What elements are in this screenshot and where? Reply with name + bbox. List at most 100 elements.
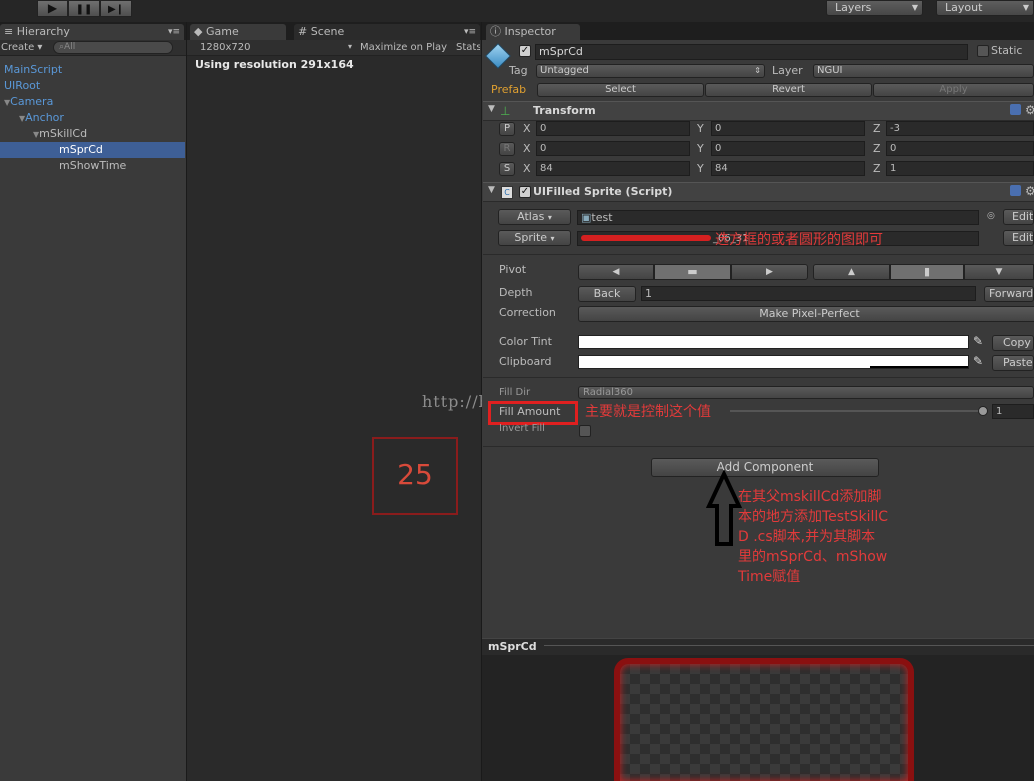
pivot-center-button[interactable]: ▬ [654,264,731,280]
help-icon[interactable] [1010,185,1021,196]
active-checkbox[interactable]: ✓ [519,45,531,57]
hierarchy-item[interactable]: ▼Anchor [0,110,64,126]
z-label: Z [873,142,881,155]
rotation-reset-button[interactable]: R [499,142,515,156]
copy-button[interactable]: Copy [992,335,1034,351]
create-dropdown[interactable]: Create ▾ [1,42,42,53]
pivot-bottom-button[interactable]: ▼ [964,264,1034,280]
position-reset-button[interactable]: P [499,122,515,136]
foldout-arrow-icon[interactable]: ▼ [488,185,495,195]
depth-field[interactable]: 1 [641,286,976,301]
eyedropper-icon[interactable]: ✎ [973,334,983,348]
layer-dropdown[interactable]: NGUI [813,64,1034,78]
eyedropper-icon[interactable]: ✎ [973,354,983,368]
scale-reset-button[interactable]: S [499,162,515,176]
hierarchy-item[interactable]: MainScript [0,62,62,78]
step-button[interactable]: ▶❙ [100,0,132,17]
static-checkbox[interactable] [977,45,989,57]
rotation-x-field[interactable]: 0 [536,141,690,156]
rotation-y-field[interactable]: 0 [711,141,865,156]
preview-drag-handle[interactable] [544,645,1034,646]
tag-dropdown[interactable]: Untagged ⇕ [536,64,765,78]
resolution-dropdown[interactable]: 1280x720 ▾ [200,42,352,53]
preview-header[interactable] [482,638,1034,655]
menu-icon[interactable]: ▾≡ [168,24,180,40]
pivot-right-button[interactable]: ▶ [731,264,808,280]
layers-dropdown[interactable]: Layers ▼ [826,0,923,16]
fill-dir-label: Fill Dir [499,387,531,398]
hierarchy-item[interactable]: UIRoot [0,78,40,94]
atlas-button[interactable]: Atlas ▾ [498,209,571,225]
scale-x-field[interactable]: 84 [536,161,690,176]
paste-button[interactable]: Paste [992,355,1034,371]
y-label: Y [697,142,704,155]
pivot-left-button[interactable]: ◀ [578,264,654,280]
sprite-button[interactable]: Sprite ▾ [498,230,571,246]
pivot-top-button[interactable]: ▲ [813,264,890,280]
hierarchy-item[interactable]: ▼mSkillCd [0,126,87,142]
tab-hierarchy[interactable]: ≡ Hierarchy ▾≡ [0,24,184,40]
tab-inspector[interactable]: ⓘ Inspector [486,24,580,40]
chevron-down-icon: ▼ [911,3,918,12]
depth-forward-button[interactable]: Forward [984,286,1034,302]
fill-dir-dropdown[interactable]: Radial360 [578,386,1034,399]
tab-game[interactable]: ◆ Game [190,24,286,40]
gear-icon[interactable]: ⚙ [1025,184,1034,198]
menu-icon[interactable]: ▾≡ [464,24,476,40]
object-name-input[interactable]: mSprCd [535,44,968,60]
pivot-middle-button[interactable]: ▮ [890,264,964,280]
atlas-edit-button[interactable]: Edit [1003,209,1034,225]
scale-z-field[interactable]: 1 [886,161,1034,176]
prefab-revert-button[interactable]: Revert [705,83,872,97]
position-y-field[interactable]: 0 [711,121,865,136]
prefab-apply-button[interactable]: Apply [873,83,1034,97]
y-label: Y [697,162,704,175]
hierarchy-item-label: Anchor [25,111,64,124]
chevron-down-icon: ▾ [347,42,352,51]
arrow-right-icon: ▶ [766,267,773,277]
play-button[interactable]: ▶ [37,0,68,17]
fill-amount-field[interactable]: 1 [992,404,1034,419]
step-icon: ▶❙ [107,4,125,15]
maximize-on-play-toggle[interactable]: Maximize on Play [360,42,447,53]
check-icon: ✓ [520,186,530,197]
atlas-field[interactable]: ▣test [577,210,979,225]
sprite-label: Sprite [514,231,548,244]
layout-dropdown[interactable]: Layout ▼ [936,0,1034,16]
atlas-asset-icon: ▣ [581,211,592,224]
object-picker-icon[interactable]: ◎ [987,211,995,221]
atlas-value: test [591,211,613,224]
scale-y-field[interactable]: 84 [711,161,865,176]
info-icon: ⓘ [490,25,501,38]
fill-amount-slider-track[interactable] [730,410,985,412]
rotation-z-field[interactable]: 0 [886,141,1034,156]
foldout-arrow-icon[interactable]: ▼ [488,104,495,114]
static-label: Static [991,44,1023,57]
sprite-enabled-checkbox[interactable]: ✓ [519,186,531,198]
sprite-edit-button[interactable]: Edit [1003,230,1034,246]
layers-label: Layers [835,1,872,14]
pivot-middle-icon: ▮ [923,265,931,278]
tab-scene[interactable]: # Scene ▾≡ [294,24,480,40]
fill-amount-slider-thumb[interactable] [978,406,988,416]
divider [483,254,1034,255]
depth-back-button[interactable]: Back [578,286,636,302]
add-component-button[interactable]: Add Component [651,458,879,477]
hierarchy-item-selected[interactable]: mSprCd [0,142,185,158]
chevron-down-icon: ▾ [550,234,555,243]
make-pixel-perfect-button[interactable]: Make Pixel-Perfect [578,306,1034,322]
search-input[interactable]: ⌕All [53,41,173,54]
color-tint-swatch[interactable] [578,335,969,349]
hierarchy-item[interactable]: ▼Camera [0,94,53,110]
pause-button[interactable]: ❚❚ [68,0,100,17]
clipboard-swatch[interactable] [578,355,969,369]
sprite-preview [614,658,914,781]
invert-fill-checkbox[interactable] [579,425,591,437]
position-z-field[interactable]: -3 [886,121,1034,136]
prefab-select-button[interactable]: Select [537,83,704,97]
stats-toggle[interactable]: Stats [456,42,480,53]
help-icon[interactable] [1010,104,1021,115]
gear-icon[interactable]: ⚙ [1025,103,1034,117]
hierarchy-item[interactable]: mShowTime [0,158,126,174]
position-x-field[interactable]: 0 [536,121,690,136]
